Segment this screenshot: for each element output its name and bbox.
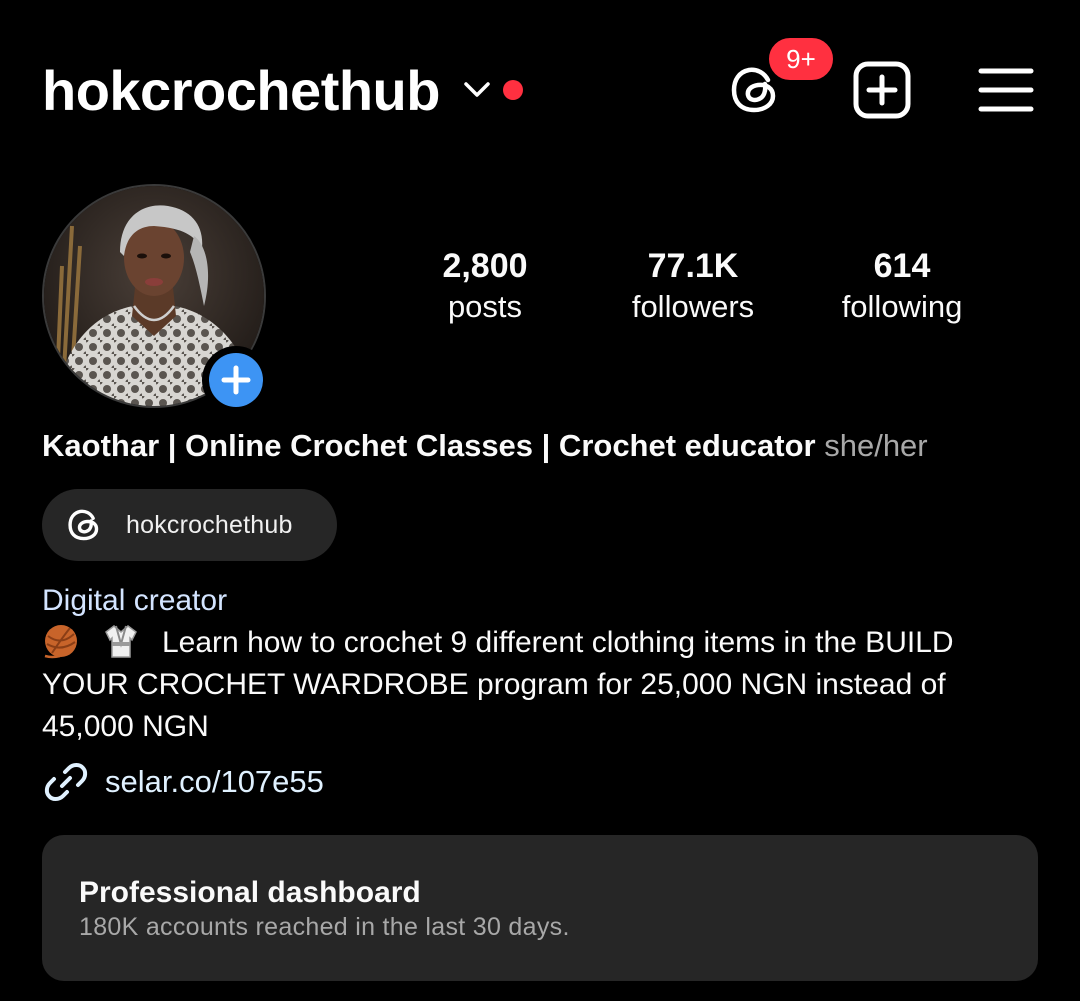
stat-label: following: [841, 289, 963, 324]
profile-header: hokcrochethub 9+: [0, 0, 1080, 180]
posts-count[interactable]: 2,800 posts: [385, 244, 585, 326]
stat-value: 77.1K: [647, 247, 739, 285]
add-story-button[interactable]: [202, 346, 270, 414]
followers-count[interactable]: 77.1K followers: [593, 244, 793, 326]
bio-link-url[interactable]: selar.co/107e55: [105, 760, 324, 804]
stat-label: posts: [447, 289, 523, 324]
notification-badge[interactable]: 9+: [766, 35, 836, 83]
unread-indicator-dot: [503, 80, 523, 100]
pronouns: she/her: [824, 428, 928, 463]
display-name: Kaothar | Online Crochet Classes | Croch…: [42, 428, 816, 463]
dashboard-subtitle: 180K accounts reached in the last 30 day…: [79, 913, 570, 941]
professional-dashboard-card[interactable]: Professional dashboard 180K accounts rea…: [42, 835, 1038, 981]
threads-handle: hokcrochethub: [126, 511, 293, 539]
profile-full-name: Kaothar | Online Crochet Classes | Croch…: [42, 426, 928, 466]
stat-label: followers: [631, 289, 755, 324]
profile-bio: Learn how to crochet 9 different clothin…: [42, 622, 1042, 748]
add-square-icon[interactable]: [852, 60, 912, 120]
hamburger-menu-icon[interactable]: [978, 66, 1034, 114]
threads-profile-chip[interactable]: hokcrochethub: [42, 489, 337, 561]
stat-value: 2,800: [442, 247, 528, 285]
account-username[interactable]: hokcrochethub: [42, 58, 440, 124]
stat-value: 614: [873, 247, 931, 285]
threads-icon: [68, 509, 99, 541]
bio-text: Learn how to crochet 9 different clothin…: [42, 626, 954, 743]
link-icon: [44, 763, 88, 801]
kimono-icon: [105, 625, 137, 658]
chevron-down-icon[interactable]: [462, 78, 492, 102]
profile-category: Digital creator: [42, 584, 228, 617]
plus-icon: [221, 365, 251, 395]
dashboard-title: Professional dashboard: [79, 876, 421, 909]
following-count[interactable]: 614 following: [802, 244, 1002, 326]
yarn-ball-icon: [44, 625, 77, 659]
